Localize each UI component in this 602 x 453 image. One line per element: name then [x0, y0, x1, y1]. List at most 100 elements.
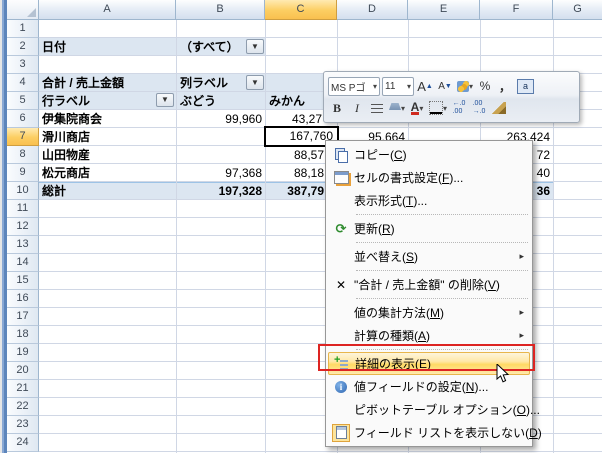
row-header-5[interactable]: 5	[7, 92, 39, 110]
menu-item-format-cells[interactable]: セルの書式設定(F)...	[328, 166, 530, 189]
format-painter-icon	[492, 102, 507, 114]
row-header-17[interactable]: 17	[7, 308, 39, 326]
row-header-7-selected[interactable]: 7	[7, 128, 39, 146]
cell-a7-row-label[interactable]: 滑川商店	[42, 128, 90, 146]
column-header-c-selected[interactable]: C	[265, 0, 337, 20]
italic-button[interactable]: I	[348, 98, 366, 118]
select-all-corner[interactable]	[7, 0, 39, 20]
cell-b4-column-labels[interactable]: 列ラベル	[180, 74, 228, 92]
chevron-down-icon: ▾	[406, 81, 411, 91]
row-header-14[interactable]: 14	[7, 254, 39, 272]
merge-center-button[interactable]: a	[516, 76, 535, 96]
shrink-font-button[interactable]: A ▼	[436, 76, 454, 96]
chevron-down-icon: ▾	[443, 103, 448, 113]
row-header-15[interactable]: 15	[7, 272, 39, 290]
comma-style-button[interactable]: ，	[496, 76, 514, 96]
grow-font-icon: A	[417, 78, 426, 94]
row-header-1[interactable]: 1	[7, 20, 39, 38]
cell-b6-value[interactable]: 99,960	[225, 110, 262, 128]
row-header-9[interactable]: 9	[7, 164, 39, 182]
font-name-value: MS Pゴ	[331, 82, 366, 94]
cell-c8-value-truncated[interactable]: 88,57	[294, 146, 324, 164]
column-header-b[interactable]: B	[176, 0, 265, 20]
font-name-select[interactable]: MS Pゴ ▾	[328, 76, 380, 96]
row-header-24[interactable]: 24	[7, 434, 39, 452]
row-header-19[interactable]: 19	[7, 344, 39, 362]
mini-toolbar: MS Pゴ ▾ 11 ▾ A ▲ A ▼ ▾ % ， a B I ▾ A ▾ ▾ ←.0.…	[323, 71, 580, 123]
cell-b10-total[interactable]: 197,328	[219, 182, 262, 200]
row-header-22[interactable]: 22	[7, 398, 39, 416]
cell-c5-mikan-header[interactable]: みかん	[269, 92, 305, 110]
column-header-g[interactable]: G	[553, 0, 602, 20]
row-header-2[interactable]: 2	[7, 38, 39, 56]
increase-decimal-button[interactable]: ←.0.00	[450, 98, 468, 118]
row-header-20[interactable]: 20	[7, 362, 39, 380]
column-header-a[interactable]: A	[39, 0, 176, 20]
decrease-decimal-button[interactable]: .00 →.0	[470, 98, 488, 118]
column-labels-dropdown-button[interactable]: ▼	[246, 75, 264, 90]
format-painter-button[interactable]	[490, 98, 508, 118]
menu-item-sort[interactable]: 並べ替え(S) ▸	[328, 245, 530, 268]
submenu-arrow-icon: ▸	[519, 251, 524, 261]
font-color-button[interactable]: A ▾	[408, 98, 426, 118]
arrow-cursor-icon	[496, 362, 510, 383]
cell-f10-total-truncated[interactable]: 36	[537, 182, 550, 200]
cell-b5-budou-header[interactable]: ぶどう	[180, 92, 216, 110]
row-header-4[interactable]: 4	[7, 74, 39, 92]
bold-button[interactable]: B	[328, 98, 346, 118]
cell-a8-row-label[interactable]: 山田物産	[42, 146, 90, 164]
fill-color-button[interactable]: ▾	[388, 98, 406, 118]
row-header-3[interactable]: 3	[7, 56, 39, 74]
fill-color-icon	[389, 103, 401, 110]
column-header-e[interactable]: E	[408, 0, 480, 20]
cell-a5-row-labels[interactable]: 行ラベル	[42, 92, 90, 110]
row-header-21[interactable]: 21	[7, 380, 39, 398]
cell-a9-row-label[interactable]: 松元商店	[42, 164, 90, 182]
row-header-6[interactable]: 6	[7, 110, 39, 128]
cell-a2-filter-field[interactable]: 日付	[42, 38, 66, 56]
select-all-triangle-icon	[27, 8, 36, 17]
menu-item-refresh[interactable]: ⟳ 更新(R)	[328, 217, 530, 240]
row-header-13[interactable]: 13	[7, 236, 39, 254]
percent-style-button[interactable]: %	[476, 76, 494, 96]
cell-a4-values-header[interactable]: 合計 / 売上金額	[42, 74, 124, 92]
cell-c9-value-truncated[interactable]: 88,18	[294, 164, 324, 182]
row-header-10[interactable]: 10	[7, 182, 39, 200]
menu-item-summarize-values[interactable]: 値の集計方法(M) ▸	[328, 301, 530, 324]
row-header-23[interactable]: 23	[7, 416, 39, 434]
menu-item-pivottable-options[interactable]: ピボットテーブル オプション(O)...	[328, 398, 540, 421]
cell-f8-value-truncated[interactable]: 72	[537, 146, 550, 164]
row-headers: 1 2 3 4 5 6 7 8 9 10 11 12 13 14 15 16 1…	[7, 20, 39, 452]
borders-icon	[429, 101, 444, 115]
row-header-16[interactable]: 16	[7, 290, 39, 308]
cell-f9-value-truncated[interactable]: 40	[537, 164, 550, 182]
cell-b9-value[interactable]: 97,368	[225, 164, 262, 182]
cell-c10-total-truncated[interactable]: 387,79	[287, 182, 324, 200]
row-header-12[interactable]: 12	[7, 218, 39, 236]
menu-item-remove-value-field[interactable]: ✕ "合計 / 売上金額" の削除(V)	[328, 273, 530, 296]
field-list-icon	[328, 423, 354, 442]
submenu-arrow-icon: ▸	[519, 330, 524, 340]
mouse-cursor	[496, 362, 510, 389]
borders-button[interactable]: ▾	[428, 98, 448, 118]
cell-a6-row-label[interactable]: 伊集院商会	[42, 110, 102, 128]
column-header-f[interactable]: F	[480, 0, 553, 20]
cell-a10-grand-total-label[interactable]: 総計	[42, 182, 66, 200]
menu-item-copy[interactable]: コピー(C)	[328, 143, 530, 166]
row-header-18[interactable]: 18	[7, 326, 39, 344]
context-menu: コピー(C) セルの書式設定(F)... 表示形式(T)... ⟳ 更新(R) …	[325, 140, 542, 447]
merge-center-icon: a	[517, 78, 535, 94]
row-labels-dropdown-button[interactable]: ▼	[156, 93, 174, 107]
menu-item-hide-field-list[interactable]: フィールド リストを表示しない(D)	[328, 421, 542, 444]
column-header-d[interactable]: D	[337, 0, 408, 20]
currency-format-button[interactable]: ▾	[456, 76, 474, 96]
menu-item-number-format[interactable]: 表示形式(T)...	[328, 189, 530, 212]
cell-b2-filter-value[interactable]: （すべて）	[180, 38, 239, 56]
filter-dropdown-button[interactable]: ▼	[246, 39, 264, 54]
row-header-11[interactable]: 11	[7, 200, 39, 218]
row-header-8[interactable]: 8	[7, 146, 39, 164]
font-size-select[interactable]: 11 ▾	[382, 76, 414, 96]
grow-font-button[interactable]: A ▲	[416, 76, 434, 96]
refresh-icon: ⟳	[335, 221, 347, 236]
center-align-button[interactable]	[368, 98, 386, 118]
